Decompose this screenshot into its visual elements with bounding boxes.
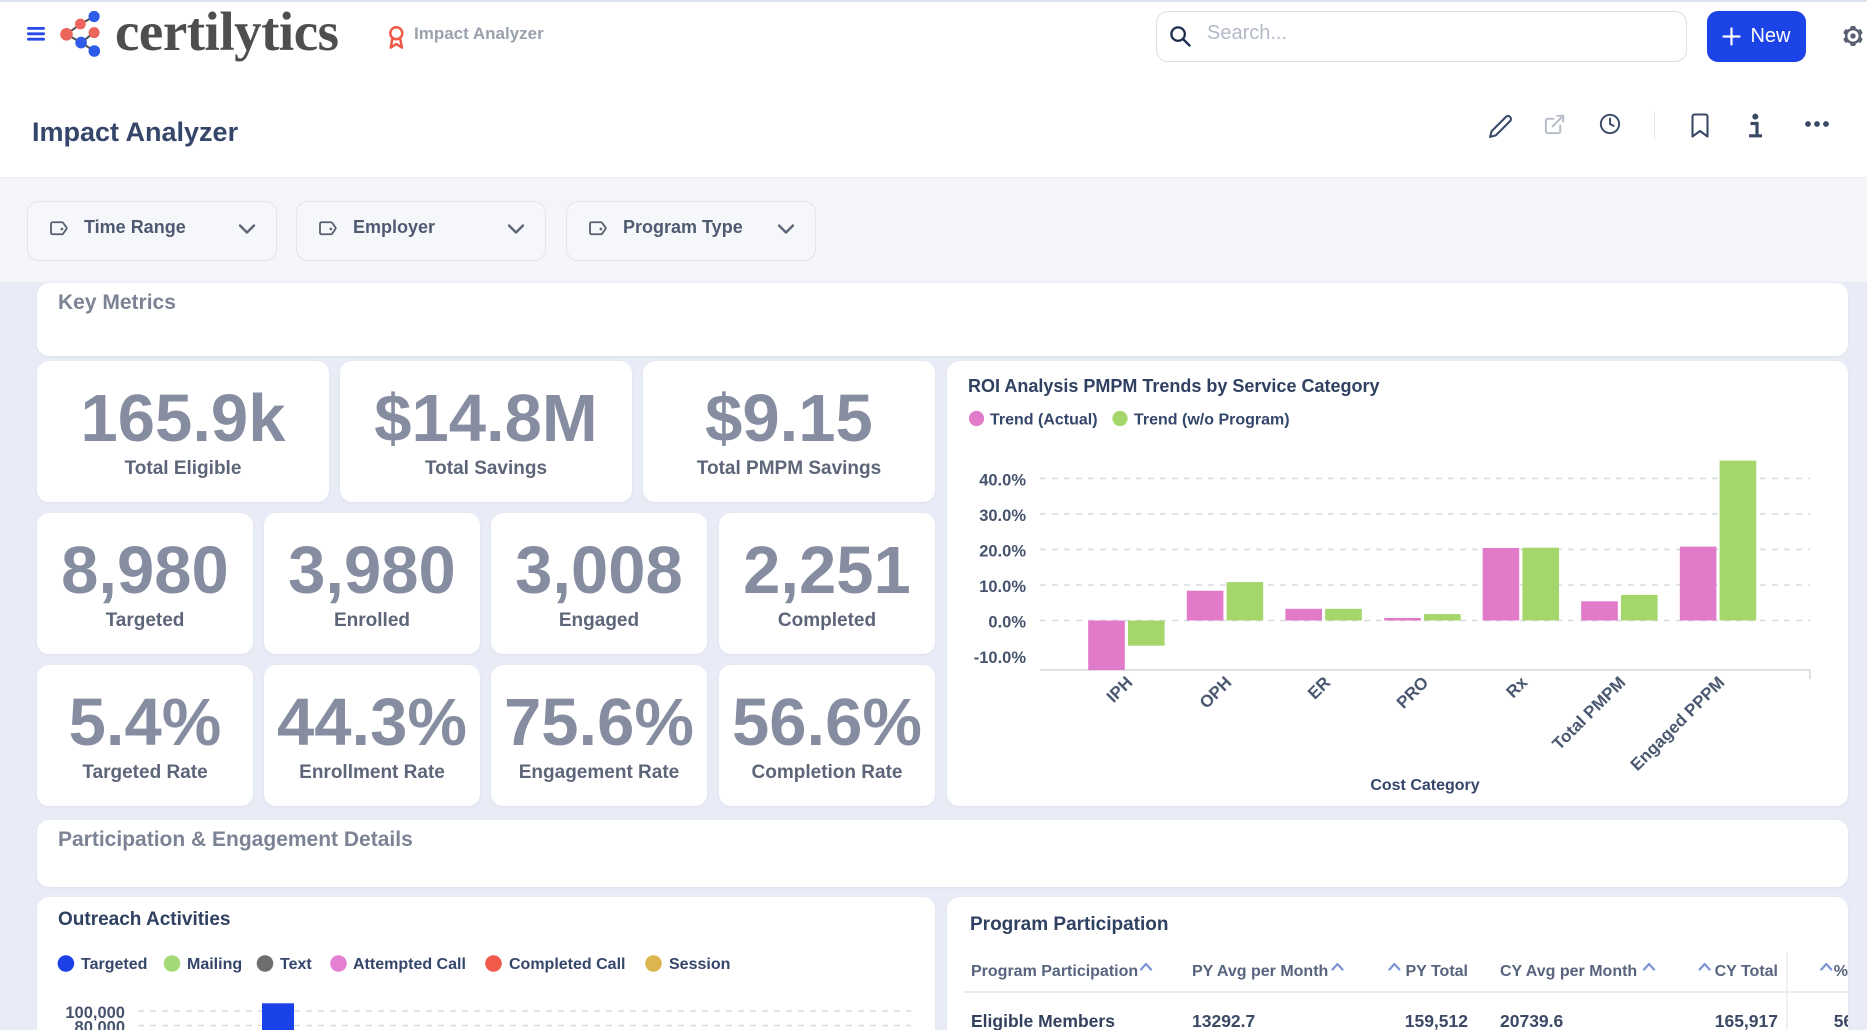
svg-text:80,000: 80,000 — [75, 1019, 125, 1030]
svg-text:OPH: OPH — [1196, 673, 1235, 712]
svg-text:Trend (Actual): Trend (Actual) — [990, 412, 1098, 429]
svg-text:56: 56 — [1834, 1011, 1848, 1030]
svg-text:ER: ER — [1304, 673, 1334, 703]
svg-text:165,917: 165,917 — [1715, 1011, 1778, 1030]
svg-text:Completed Call: Completed Call — [509, 956, 625, 973]
svg-text:-10.0%: -10.0% — [974, 649, 1027, 667]
svg-text:Total PMPM: Total PMPM — [1549, 673, 1630, 754]
svg-text:CY Total: CY Total — [1715, 963, 1778, 980]
svg-text:PRO: PRO — [1393, 673, 1432, 712]
svg-text:PY Avg per Month: PY Avg per Month — [1192, 963, 1328, 980]
svg-text:Engaged PPPM: Engaged PPPM — [1627, 673, 1729, 775]
svg-text:PY Total: PY Total — [1405, 963, 1468, 980]
svg-text:Program Participation: Program Participation — [970, 914, 1169, 935]
svg-text:20.0%: 20.0% — [979, 542, 1026, 560]
svg-text:Rx: Rx — [1503, 673, 1532, 702]
svg-text:40.0%: 40.0% — [979, 471, 1026, 489]
svg-text:Trend (w/o Program): Trend (w/o Program) — [1134, 412, 1290, 429]
svg-text:Mailing: Mailing — [187, 956, 242, 973]
svg-text:159,512: 159,512 — [1405, 1011, 1469, 1030]
svg-text:Cost Category: Cost Category — [1370, 777, 1479, 794]
svg-text:10.0%: 10.0% — [979, 578, 1026, 596]
svg-text:Targeted: Targeted — [81, 956, 147, 973]
svg-text:Program Participation: Program Participation — [971, 963, 1138, 980]
svg-text:20739.6: 20739.6 — [1500, 1011, 1564, 1030]
svg-text:ROI Analysis PMPM Trends by Se: ROI Analysis PMPM Trends by Service Cate… — [968, 376, 1379, 396]
svg-text:%: % — [1834, 963, 1848, 980]
svg-text:13292.7: 13292.7 — [1192, 1011, 1255, 1030]
svg-text:30.0%: 30.0% — [979, 507, 1026, 525]
svg-text:IPH: IPH — [1103, 673, 1136, 706]
svg-text:Eligible Members: Eligible Members — [971, 1011, 1115, 1030]
svg-text:CY Avg per Month: CY Avg per Month — [1500, 963, 1637, 980]
svg-text:Session: Session — [669, 956, 730, 973]
svg-text:0.0%: 0.0% — [988, 614, 1026, 632]
svg-text:Text: Text — [280, 956, 312, 973]
svg-text:Outreach Activities: Outreach Activities — [58, 909, 230, 930]
svg-text:Attempted Call: Attempted Call — [353, 956, 466, 973]
